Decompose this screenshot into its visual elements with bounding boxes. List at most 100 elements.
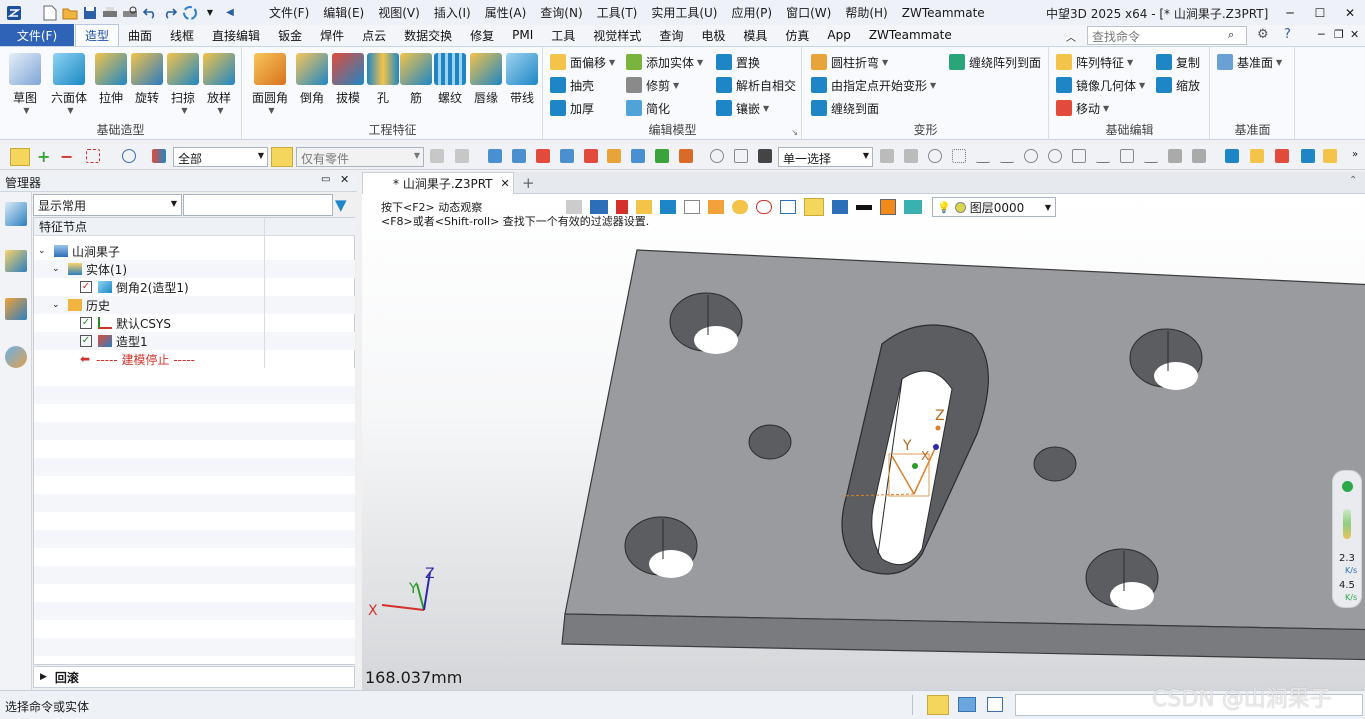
checkbox-checked-icon[interactable]: ✓ [80,335,92,347]
select-curve-icon[interactable] [560,149,574,163]
expand-icon[interactable]: ⌄ [38,246,48,256]
snap-cursor-icon[interactable] [880,149,894,163]
move-button[interactable]: 移动 ▼ [1056,98,1109,118]
polygon-select-icon[interactable] [122,149,136,163]
scale-button[interactable]: 缩放 [1156,75,1200,95]
resolve-self-intersect-button[interactable]: 解析自相交 [716,75,796,95]
toolbar-overflow-icon[interactable]: » [1352,149,1358,160]
menu-inquire[interactable]: 查询(N) [533,4,589,21]
pattern-feature-button[interactable]: 阵列特征 ▼ [1056,52,1133,72]
print-icon[interactable] [102,5,118,21]
menu-file[interactable]: 文件(F) [262,4,316,21]
menu-tools[interactable]: 工具(T) [590,4,645,21]
snap-face-icon[interactable] [1168,149,1182,163]
tab-simulation[interactable]: 仿真 [776,24,818,46]
tab-list-chevron-icon[interactable]: ⌃ [1349,175,1357,186]
face-offset-button[interactable]: 面偏移 ▼ [550,52,615,72]
menu-help[interactable]: 帮助(H) [838,4,894,21]
datum-plane-button[interactable]: 基准面 ▼ [1217,52,1282,72]
list-view-icon[interactable] [987,697,1003,712]
revolve-button[interactable]: 旋转 [128,53,166,106]
tab-direct-edit[interactable]: 直接编辑 [203,24,269,46]
select-mode-combo[interactable]: 单一选择 ▼ [778,147,873,167]
snap-perp-icon[interactable] [1144,149,1158,163]
assembly-manager-icon[interactable] [5,250,27,272]
part-render[interactable]: Z Y X X Y Z [362,194,1365,690]
doc-tab-active[interactable]: * 山涧果子.Z3PRT ✕ [362,172,514,194]
doc-restore-button[interactable]: ❐ [1334,28,1344,41]
tab-modeling[interactable]: 造型 [75,24,120,46]
regenerate-icon[interactable] [182,5,198,21]
tab-sheet-metal[interactable]: 钣金 [269,24,311,46]
minimize-button[interactable]: ─ [1275,6,1305,20]
rollback-panel[interactable]: ▶ 回滚 [33,666,355,688]
print-preview-icon[interactable] [122,5,138,21]
history-manager-icon[interactable] [5,202,27,226]
app-logo-icon[interactable] [6,5,22,21]
cylinder-bend-button[interactable]: 圆柱折弯 ▼ [811,52,888,72]
loft-button[interactable]: 放样 ▼ [200,53,238,115]
tab-wireframe[interactable]: 线框 [161,24,203,46]
simplify-button[interactable]: 简化 [626,98,670,118]
dialog-launcher-icon[interactable]: ↘ [791,128,798,137]
wrap-to-face-button[interactable]: 缠绕到面 [811,98,879,118]
tree-node-stop-modeling[interactable]: ⬅ ----- 建模停止 ----- [34,350,355,368]
filter-icon[interactable] [152,149,166,163]
snap-plane-icon[interactable] [1192,149,1206,163]
snap-spline-icon[interactable] [1096,149,1110,163]
box-icon[interactable] [1323,149,1337,163]
tab-tools[interactable]: 工具 [542,24,584,46]
select-face-icon[interactable] [512,149,526,163]
tree-node-root[interactable]: ⌄ 山涧果子 [34,242,355,260]
select-feature-icon[interactable] [655,149,669,163]
tree-node-solids[interactable]: ⌄ 实体(1) [34,260,355,278]
menu-view[interactable]: 视图(V) [371,4,427,21]
snap-poly-icon[interactable] [1072,149,1086,163]
snap-center-icon[interactable] [928,149,942,163]
rib-button[interactable]: 筋 [397,53,435,106]
doc-minimize-button[interactable]: ─ [1318,28,1325,41]
menu-zwteammate[interactable]: ZWTeammate [895,6,992,20]
add-shape-button[interactable]: 添加实体 ▼ [626,52,703,72]
select-component-icon[interactable] [679,149,693,163]
tree-node-history[interactable]: ⌄ 历史 [34,296,355,314]
tab-file[interactable]: 文件(F) [0,24,74,46]
filter-lock-icon[interactable] [455,149,469,163]
filter-combo[interactable]: 全部 ▼ [173,147,268,167]
menu-window[interactable]: 窗口(W) [779,4,838,21]
tab-zwteammate[interactable]: ZWTeammate [860,24,961,46]
sketch-button[interactable]: 草图 ▼ [6,53,44,115]
snap-circle-icon[interactable] [1024,149,1038,163]
blind-hole[interactable] [748,424,792,460]
tab-electrode[interactable]: 电极 [692,24,734,46]
snap-grid-icon[interactable] [904,149,918,163]
screen-icon[interactable] [958,697,976,712]
display-mode-combo[interactable]: 显示常用 ▼ [33,194,182,216]
checkbox-checked-icon[interactable]: ✓ [80,317,92,329]
thread-button[interactable]: 螺纹 [431,53,469,106]
snap-points-icon[interactable] [952,149,966,163]
draft-button[interactable]: 拔模 [329,53,367,106]
tab-app[interactable]: App [818,24,859,46]
new-file-icon[interactable] [42,5,58,21]
sweep-button[interactable]: 扫掠 ▼ [164,53,202,115]
input-mode-icon[interactable] [927,695,949,715]
manager-close-icon[interactable]: ✕ [340,173,349,186]
cylinder-icon[interactable] [1301,149,1315,163]
view-manager-icon[interactable] [5,298,27,320]
expand-right-icon[interactable]: ▶ [40,672,47,682]
remove-icon[interactable]: − [60,147,73,166]
user-manager-icon[interactable] [5,346,27,368]
tab-inquire[interactable]: 查询 [650,24,692,46]
select-edge-icon[interactable] [536,149,550,163]
box-select-icon[interactable] [86,149,100,163]
undo-icon[interactable] [142,5,158,21]
maximize-button[interactable]: ☐ [1305,6,1335,20]
chamfer-button[interactable]: 倒角 [293,53,331,106]
snap-segment-icon[interactable] [1000,149,1014,163]
search-icon[interactable]: ⌕ [1228,28,1234,42]
thicken-button[interactable]: 加厚 [550,98,594,118]
funnel-filter-icon[interactable]: ▼ [335,196,347,214]
pin-icon[interactable]: ▭ [321,174,330,185]
parts-only-combo[interactable]: 仅有零件 ▼ [296,147,424,167]
